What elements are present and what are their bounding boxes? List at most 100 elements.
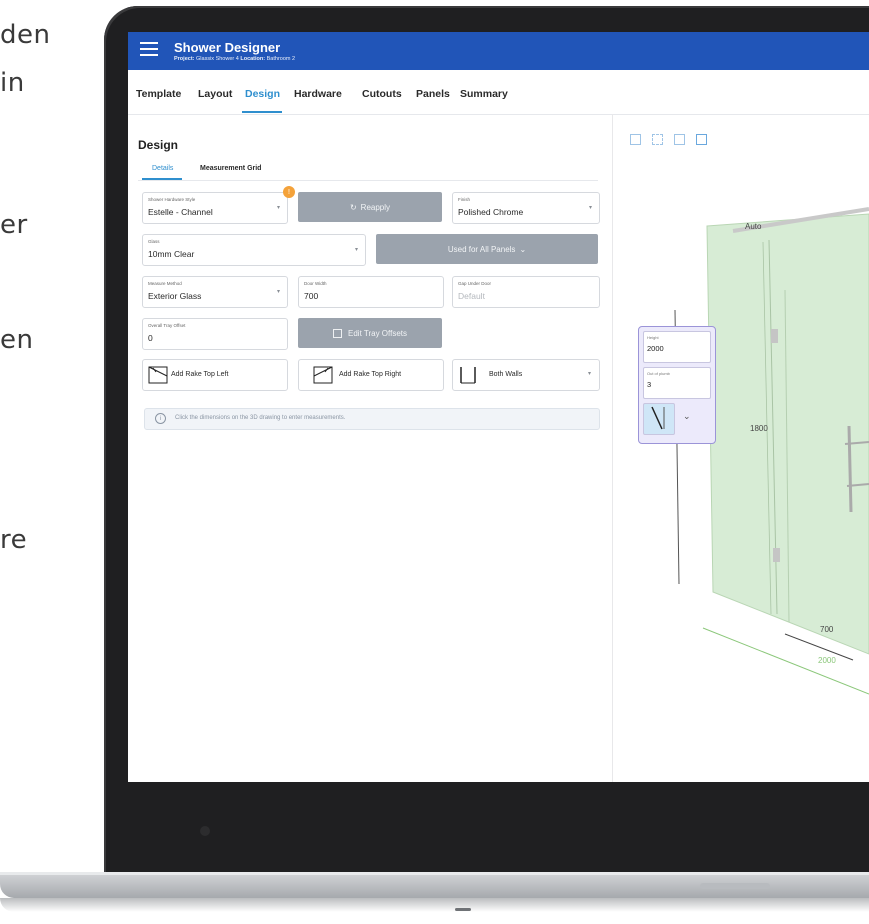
handle (847, 425, 853, 513)
gap-under-door-input[interactable]: Gap Under Door Default (452, 276, 600, 308)
glass-label: Glass (148, 239, 160, 244)
app-title: Shower Designer (174, 40, 281, 55)
rake-top-right-icon (313, 366, 333, 384)
project-value: Glassix Shower 4 (196, 56, 239, 62)
menu-icon[interactable] (140, 42, 158, 56)
app-bar: Shower Designer Project: Glassix Shower … (128, 32, 869, 70)
chevron-down-icon: ▾ (276, 205, 280, 211)
rake-top-left-icon (148, 366, 168, 384)
gap-under-door-label: Gap Under Door (458, 281, 492, 286)
hinge-bottom (773, 548, 780, 562)
chevron-down-icon: ⌄ (519, 244, 527, 254)
subtab-details[interactable]: Details (152, 165, 173, 172)
walls-select[interactable]: Both Walls ▾ (452, 359, 600, 391)
tab-bar: Template Layout Design Hardware Cutouts … (128, 70, 869, 115)
dim-2000[interactable]: 2000 (818, 656, 836, 665)
refresh-icon: ↻ (349, 202, 357, 212)
project-info: Project: Glassix Shower 4 Location: Bath… (174, 56, 295, 62)
gap-under-door-placeholder: Default (458, 291, 485, 301)
screen-bottom-bezel (128, 782, 869, 798)
tab-layout[interactable]: Layout (198, 88, 232, 100)
hinge-top (771, 329, 778, 343)
edit-tray-offsets-label: Edit Tray Offsets (348, 328, 407, 338)
app-screen: Shower Designer Project: Glassix Shower … (128, 32, 869, 782)
side-text-1: den (0, 20, 51, 50)
walls-value: Both Walls (489, 371, 523, 378)
chevron-down-icon: ▾ (587, 371, 591, 377)
add-rake-top-left-button[interactable]: Add Rake Top Left (142, 359, 288, 391)
chevron-down-icon: ▾ (276, 289, 280, 295)
project-label: Project: (174, 56, 195, 62)
laptop-indent (455, 908, 471, 911)
finish-label: Finish (458, 197, 471, 202)
chevron-down-icon: ▾ (354, 247, 358, 253)
side-text-4: en (0, 325, 34, 355)
glass-select[interactable]: Glass 10mm Clear ▾ (142, 234, 366, 266)
info-hint: i Click the dimensions on the 3D drawing… (144, 408, 600, 430)
overall-tray-offset-label: Overall Tray Offset (148, 323, 186, 328)
tab-template[interactable]: Template (136, 88, 181, 100)
edit-tray-offsets-button[interactable]: Edit Tray Offsets (298, 318, 442, 348)
used-for-all-panels-button[interactable]: Used for All Panels ⌄ (376, 234, 598, 264)
glass-value: 10mm Clear (148, 249, 195, 259)
shower-3d-drawing[interactable] (613, 114, 869, 782)
tab-panels[interactable]: Panels (416, 88, 450, 100)
chevron-down-icon: ▾ (588, 205, 592, 211)
plumb-direction-select[interactable] (643, 403, 675, 435)
measure-method-value: Exterior Glass (148, 291, 202, 301)
hardware-style-value: Estelle - Channel (148, 207, 213, 217)
location-label: Location: (240, 56, 266, 62)
out-of-plumb-label: Out of plumb (647, 371, 670, 376)
out-of-plumb-value: 3 (647, 380, 652, 389)
dim-1800[interactable]: 1800 (750, 424, 768, 433)
location-value: Bathroom 2 (266, 56, 296, 62)
finish-select[interactable]: Finish Polished Chrome ▾ (452, 192, 600, 224)
door-width-input[interactable]: Door Width 700 (298, 276, 444, 308)
tab-cutouts[interactable]: Cutouts (362, 88, 402, 100)
hardware-style-select[interactable]: Shower Hardware Style Estelle - Channel … (142, 192, 288, 224)
height-value: 2000 (647, 344, 664, 353)
side-text-2: in (0, 68, 25, 98)
side-text-3: er (0, 210, 28, 240)
measure-method-select[interactable]: Measure Method Exterior Glass ▾ (142, 276, 288, 308)
measure-method-label: Measure Method (148, 281, 182, 286)
tab-design[interactable]: Design (245, 88, 280, 100)
out-of-plumb-input[interactable]: Out of plumb 3 (643, 367, 711, 399)
warning-badge: ! (283, 186, 295, 198)
active-tab-indicator (242, 111, 282, 113)
dim-auto[interactable]: Auto (745, 222, 761, 231)
side-text-5: re (0, 525, 28, 555)
info-icon: i (155, 413, 166, 424)
overall-tray-offset-input[interactable]: Overall Tray Offset 0 (142, 318, 288, 350)
reapply-label: Reapply (360, 202, 391, 212)
door-width-value: 700 (304, 291, 319, 301)
chevron-down-icon[interactable]: ⌄ (683, 411, 691, 422)
laptop-base-notch (700, 883, 770, 889)
tab-summary[interactable]: Summary (460, 88, 508, 100)
laptop-shadow (0, 898, 869, 912)
hardware-style-label: Shower Hardware Style (148, 197, 196, 202)
laptop-camera (200, 826, 210, 836)
reapply-button[interactable]: ↻ Reapply (298, 192, 442, 222)
checkbox-icon (333, 328, 342, 338)
laptop-base-lip (0, 872, 869, 875)
subtab-divider (138, 180, 598, 181)
design-section-title: Design (138, 138, 179, 152)
overall-tray-offset-value: 0 (148, 333, 153, 343)
add-rake-top-right-label: Add Rake Top Right (339, 371, 402, 378)
door-width-label: Door Width (304, 281, 327, 286)
dim-700[interactable]: 700 (820, 625, 833, 634)
used-for-all-panels-label: Used for All Panels (447, 244, 516, 254)
finish-value: Polished Chrome (458, 207, 524, 217)
height-label: Height (647, 335, 659, 340)
glass-panel (706, 213, 869, 655)
height-input[interactable]: Height 2000 (643, 331, 711, 363)
tab-hardware[interactable]: Hardware (294, 88, 342, 100)
subtab-measurement-grid[interactable]: Measurement Grid (200, 165, 261, 172)
info-hint-text: Click the dimensions on the 3D drawing t… (175, 415, 346, 421)
add-rake-top-right-button[interactable]: Add Rake Top Right (298, 359, 444, 391)
lean-icon (651, 406, 665, 430)
add-rake-top-left-label: Add Rake Top Left (171, 371, 229, 378)
wall-measure-card: Height 2000 Out of plumb 3 ⌄ (638, 326, 716, 444)
both-walls-icon (460, 367, 476, 384)
